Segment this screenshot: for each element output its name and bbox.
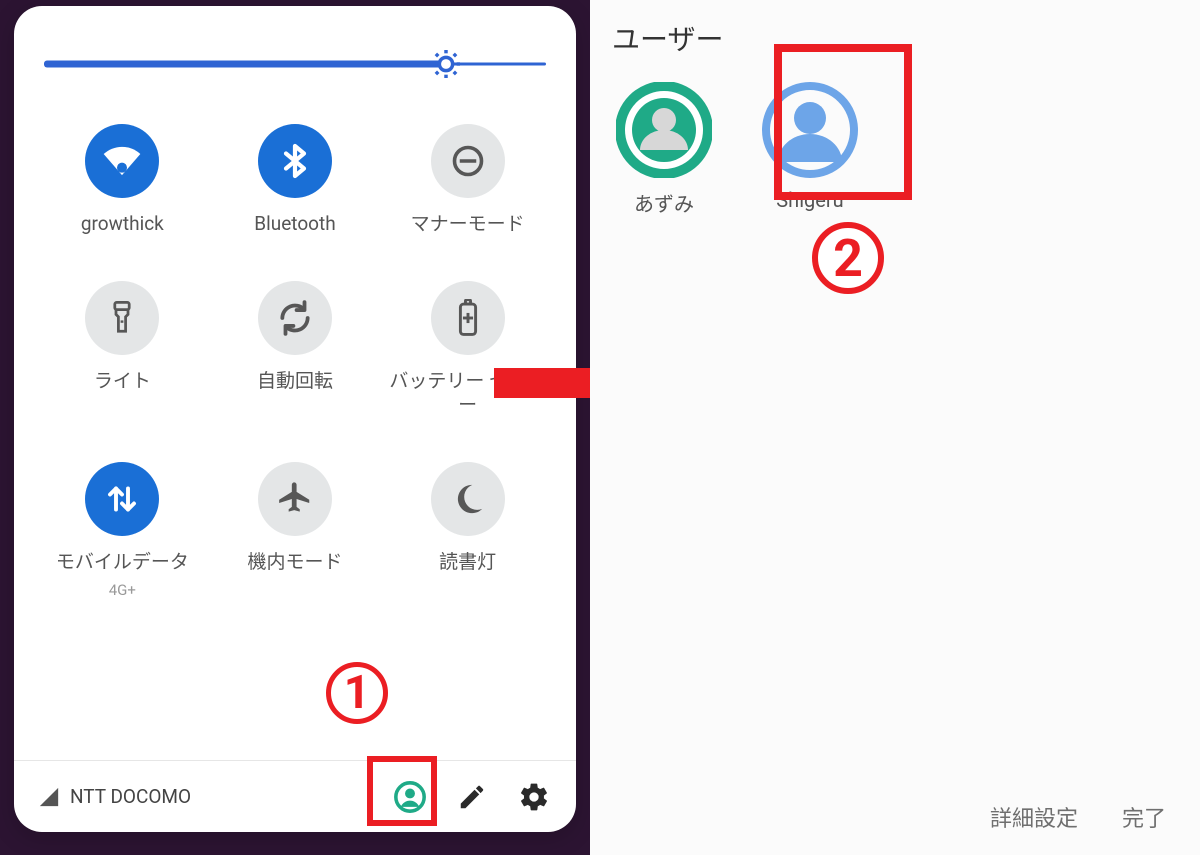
night-icon [431,462,505,536]
carrier-text: NTT DOCOMO [70,785,191,808]
tile-airplane[interactable]: 機内モード [213,462,378,599]
annotation-number-1: 1 [326,662,388,724]
tile-autorotate[interactable]: 自動回転 [213,281,378,418]
avatar-icon [616,82,712,178]
advanced-settings-button[interactable]: 詳細設定 [990,801,1078,833]
rotate-icon [258,281,332,355]
signal-icon [38,786,60,808]
quick-settings-footer: NTT DOCOMO [14,760,576,832]
quick-settings-panel: growthick Bluetooth マナーモード ライト [0,0,590,855]
quick-settings-card: growthick Bluetooth マナーモード ライト [14,6,576,832]
bluetooth-icon [258,124,332,198]
tile-label: 自動回転 [257,369,333,394]
dnd-icon [431,124,505,198]
tile-label: ライト [94,369,151,394]
tile-sublabel: 4G+ [109,581,136,599]
users-panel: ユーザー あずみ Shigeru 2 詳細設定 完了 [590,0,1200,855]
tile-label: マナーモード [411,212,525,237]
tile-label: バッテリー セーバー [385,369,550,418]
annotation-number-2: 2 [812,222,884,294]
flashlight-icon [85,281,159,355]
user-name: あずみ [634,188,694,217]
brightness-icon[interactable] [430,48,462,80]
tile-readinglight[interactable]: 読書灯 [385,462,550,599]
airplane-icon [258,462,332,536]
battery-icon [431,281,505,355]
carrier-label: NTT DOCOMO [38,785,191,808]
tile-label: 機内モード [247,550,342,575]
tile-label: growthick [81,212,164,237]
avatar-icon [762,82,858,178]
tile-dnd[interactable]: マナーモード [385,124,550,237]
tile-wifi[interactable]: growthick [40,124,205,237]
tile-label: Bluetooth [254,212,335,237]
tile-label: 読書灯 [439,550,496,575]
settings-button[interactable] [516,779,552,815]
user-name: Shigeru [776,188,843,212]
tile-batterysaver[interactable]: バッテリー セーバー [385,281,550,418]
done-button[interactable]: 完了 [1122,801,1166,833]
tile-bluetooth[interactable]: Bluetooth [213,124,378,237]
edit-button[interactable] [454,779,490,815]
user-item[interactable]: Shigeru [762,82,858,217]
tile-label: モバイルデータ [56,550,189,575]
wifi-icon [85,124,159,198]
user-item[interactable]: あずみ [616,82,712,217]
tile-flashlight[interactable]: ライト [40,281,205,418]
tile-mobiledata[interactable]: モバイルデータ 4G+ [40,462,205,599]
mobiledata-icon [85,462,159,536]
brightness-slider[interactable] [44,44,546,84]
user-switch-button[interactable] [392,779,428,815]
users-title: ユーザー [612,18,1178,58]
